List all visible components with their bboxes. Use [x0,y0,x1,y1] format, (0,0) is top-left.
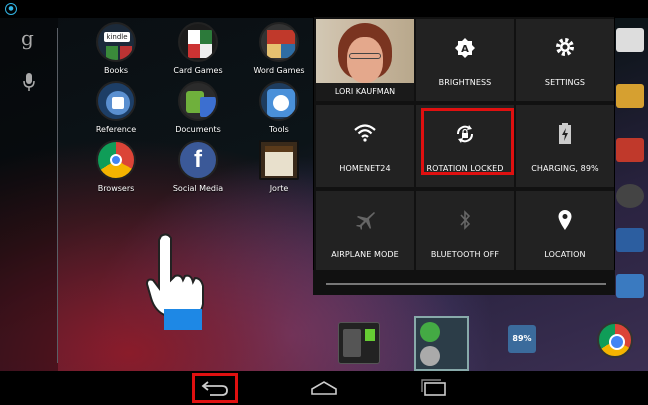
search-bar[interactable] [0,18,58,371]
bluetooth-icon [460,210,471,230]
app-folder-browsers[interactable]: Browsers [86,140,146,193]
brightness-auto-icon: A [455,38,475,58]
store-icon[interactable] [616,28,644,52]
recent-apps-icon[interactable] [419,379,449,397]
notification-icon[interactable]: ● [5,3,17,15]
svg-text:A: A [461,44,469,55]
tile-wifi[interactable]: HOMENET24 [316,105,414,187]
quick-settings-handle[interactable] [326,283,606,285]
right-edge-icons [612,28,648,308]
tile-settings[interactable]: SETTINGS [516,19,614,101]
google-search-icon[interactable]: g [21,26,34,50]
tile-label: BLUETOOTH OFF [430,250,500,259]
search-divider [57,28,58,363]
calendar-icon[interactable] [616,138,644,162]
app-label: Word Games [253,66,305,75]
books-folder-icon: kindle [96,22,136,62]
tools-folder-icon [259,81,299,121]
app-icon[interactable] [616,228,644,252]
tile-label: LOCATION [544,250,586,259]
toggle-widget[interactable] [414,316,469,371]
word-games-folder-icon [259,22,299,62]
app-folder-documents[interactable]: Documents [168,81,228,134]
app-label: Tools [269,125,289,134]
battery-widget[interactable]: 89% [508,325,536,353]
chrome-icon[interactable] [597,322,633,358]
microphone-icon[interactable] [22,72,36,92]
app-folder-social-media[interactable]: f Social Media [168,140,228,193]
reference-folder-icon [96,81,136,121]
tile-label: SETTINGS [544,78,586,87]
hand-cuff [164,309,202,330]
app-folder-card-games[interactable]: Card Games [168,22,228,75]
navigation-bar [0,371,648,405]
tile-battery[interactable]: CHARGING, 89% [516,105,614,187]
app-label: Documents [175,125,221,134]
battery-charging-icon [559,123,571,144]
app-icon[interactable] [616,274,644,298]
headphones-icon[interactable] [616,84,644,108]
airplane-icon [356,212,375,230]
jorte-calendar-icon [259,140,299,180]
tile-label: AIRPLANE MODE [331,250,399,259]
apps-drawer-icon[interactable] [616,184,644,208]
app-label: Reference [95,125,137,134]
rotation-highlight-box [421,108,514,175]
card-games-folder-icon [178,22,218,62]
tile-label: CHARGING, 89% [531,164,599,173]
tile-label: BRIGHTNESS [438,78,492,87]
user-name: LORI KAUFMAN [316,83,414,101]
app-folder-reference[interactable]: Reference [86,81,146,134]
avatar [316,19,414,85]
social-media-folder-icon: f [178,140,218,180]
documents-folder-icon [178,81,218,121]
tile-location[interactable]: LOCATION [516,191,614,273]
app-label: Jorte [269,184,289,193]
app-label: Card Games [173,66,223,75]
app-label: Browsers [97,184,135,193]
app-folder-books[interactable]: kindle Books [86,22,146,75]
tile-bluetooth[interactable]: BLUETOOTH OFF [416,191,514,273]
location-pin-icon [558,210,572,230]
tile-airplane-mode[interactable]: AIRPLANE MODE [316,191,414,273]
wifi-icon [354,124,376,142]
app-label: Books [103,66,129,75]
browsers-folder-icon [96,140,136,180]
kindle-badge: kindle [104,32,130,42]
gear-icon [556,38,574,56]
app-folder-tools[interactable]: Tools [249,81,309,134]
app-folder-word-games[interactable]: Word Games [249,22,309,75]
back-highlight-box [192,373,238,403]
home-icon[interactable] [309,379,339,397]
app-jorte[interactable]: Jorte [249,140,309,193]
app-label: Social Media [172,184,224,193]
user-tile[interactable]: LORI KAUFMAN [316,19,414,101]
tile-brightness[interactable]: A BRIGHTNESS [416,19,514,101]
power-control-widget[interactable] [338,322,380,364]
tile-label: HOMENET24 [339,164,391,173]
